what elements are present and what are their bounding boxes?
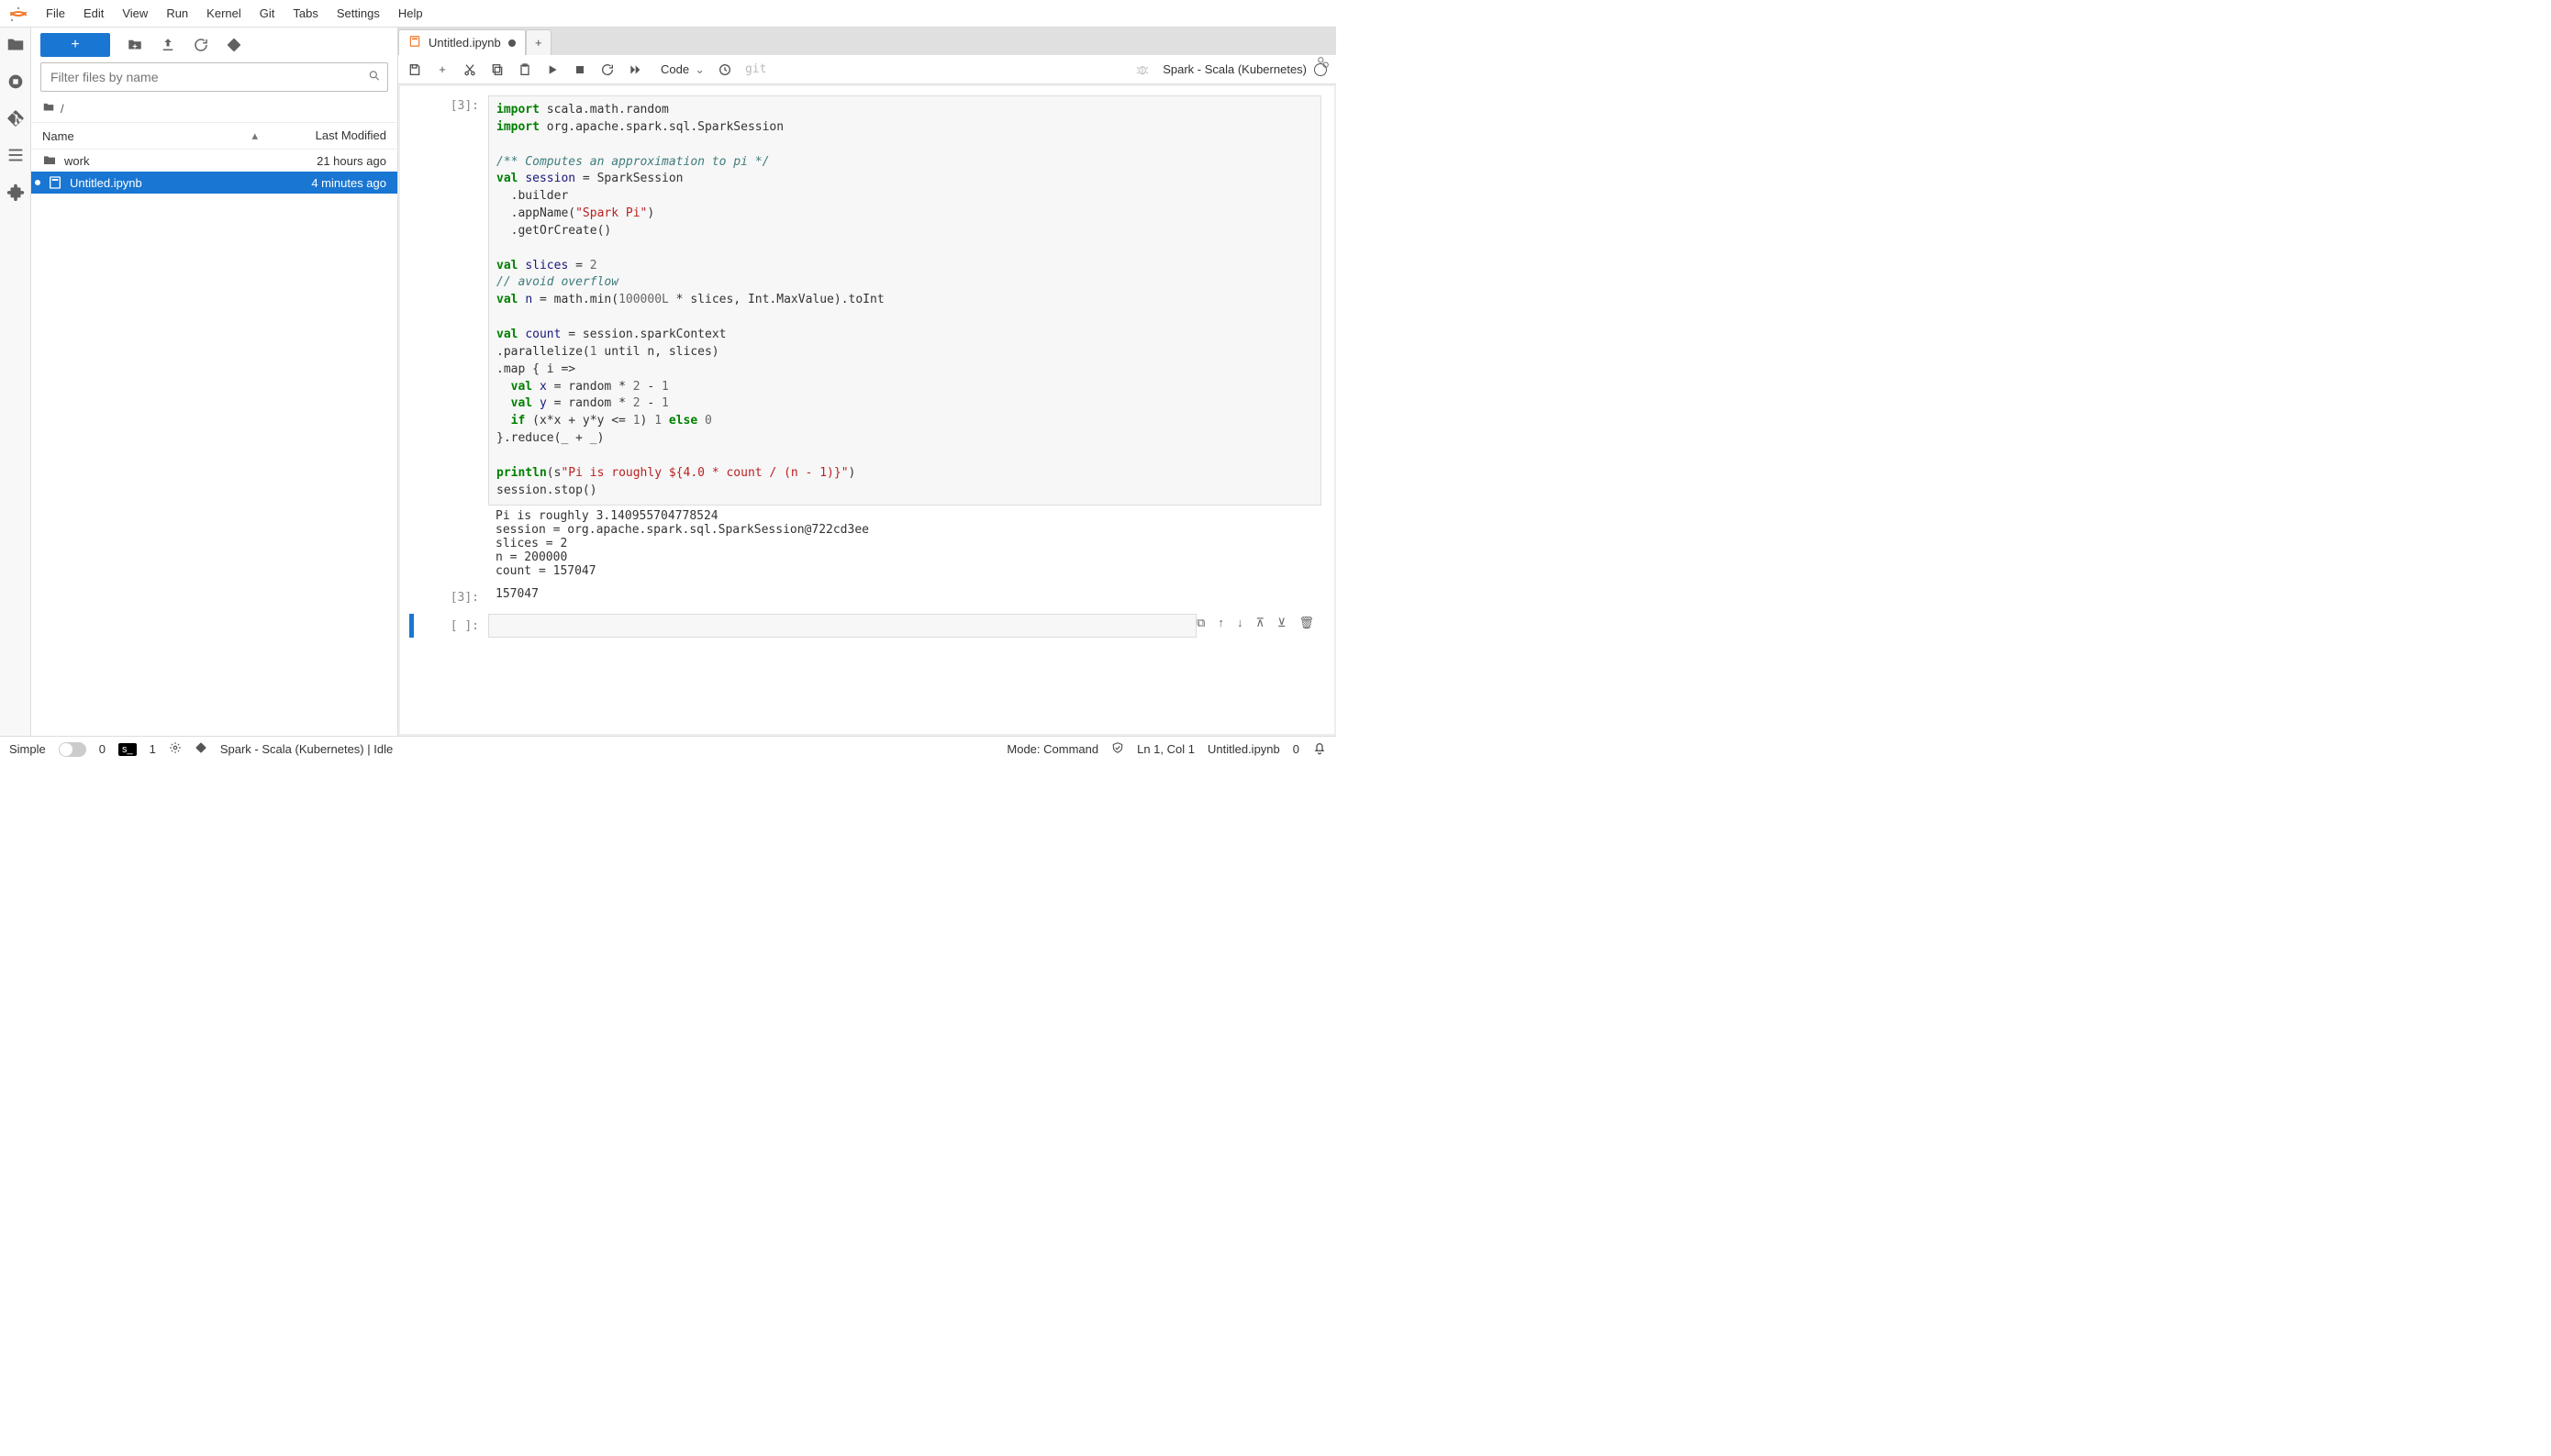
celltype-select[interactable]: Code⌄ — [661, 62, 705, 77]
insert-above-icon[interactable]: ⊼ — [1255, 616, 1264, 638]
input-prompt: [ ]: — [418, 614, 488, 638]
menu-edit[interactable]: Edit — [74, 3, 113, 24]
trusted-icon[interactable] — [1111, 741, 1124, 757]
scala-badge[interactable]: s_ — [118, 743, 137, 756]
add-tab-button[interactable]: + — [526, 29, 551, 55]
bug-icon[interactable] — [1135, 62, 1150, 77]
active-cell-indicator — [409, 614, 414, 638]
notebook-toolbar: + Code⌄ git Spark - Scala (Kubernetes) — [398, 55, 1336, 84]
jupyter-logo — [7, 3, 29, 25]
clock-icon[interactable] — [718, 62, 732, 77]
extension-icon[interactable] — [6, 182, 26, 202]
code-cell-empty[interactable]: [ ]: ⧉ ↑ ↓ ⊼ ⊻ 🗑 — [409, 614, 1321, 638]
file-name: work — [64, 154, 89, 168]
dirty-indicator — [508, 39, 516, 47]
filter-input[interactable] — [40, 62, 388, 92]
menu-git[interactable]: Git — [251, 3, 284, 24]
file-time: 4 minutes ago — [258, 176, 386, 190]
stop-icon[interactable] — [573, 62, 587, 77]
lsp-icon[interactable] — [169, 741, 182, 757]
save-icon[interactable] — [407, 62, 422, 77]
execute-result: [3]: 157047 — [409, 587, 1321, 605]
run-icon[interactable] — [545, 62, 560, 77]
copy-icon[interactable] — [490, 62, 505, 77]
folder-icon — [42, 153, 57, 168]
sort-icon: ▴ — [251, 128, 258, 143]
file-list: work 21 hours ago Untitled.ipynb 4 minutes … — [31, 150, 397, 736]
moveup-icon[interactable]: ↑ — [1218, 616, 1224, 638]
cell-output: Pi is roughly 3.140955704778524 session … — [488, 506, 1321, 582]
running-dot — [35, 180, 40, 185]
folder-icon — [42, 101, 55, 117]
code-input[interactable] — [488, 614, 1197, 638]
git-status-icon[interactable] — [195, 741, 207, 757]
run-all-icon[interactable] — [628, 62, 642, 77]
activity-bar — [0, 28, 31, 736]
gear-icon[interactable] — [1316, 55, 1331, 72]
tab-untitled[interactable]: Untitled.ipynb — [398, 29, 526, 55]
kernel-status[interactable]: Spark - Scala (Kubernetes) | Idle — [220, 742, 393, 756]
tab-title: Untitled.ipynb — [429, 36, 501, 50]
restart-icon[interactable] — [600, 62, 615, 77]
file-time: 21 hours ago — [258, 154, 386, 168]
menu-help[interactable]: Help — [389, 3, 432, 24]
code-input[interactable]: import scala.math.random import org.apac… — [488, 95, 1321, 506]
git-toolbar-icon[interactable] — [226, 37, 242, 53]
cursor-position[interactable]: Ln 1, Col 1 — [1137, 742, 1195, 756]
simple-toggle-label: Simple — [9, 742, 46, 756]
output-prompt: [3]: — [409, 587, 488, 605]
notebook-surface[interactable]: [3]: import scala.math.random import org… — [400, 86, 1334, 734]
menu-settings[interactable]: Settings — [328, 3, 389, 24]
delete-icon[interactable]: 🗑 — [1298, 616, 1314, 638]
notebook-icon — [408, 35, 421, 50]
running-icon[interactable] — [6, 72, 26, 92]
mode-indicator[interactable]: Mode: Command — [1007, 742, 1098, 756]
kernel-count[interactable]: 1 — [150, 742, 156, 756]
cell-actions: ⧉ ↑ ↓ ⊼ ⊻ 🗑 — [1197, 614, 1321, 638]
new-folder-icon[interactable] — [127, 37, 143, 53]
bell-icon[interactable] — [1312, 740, 1327, 758]
file-row[interactable]: work 21 hours ago — [31, 150, 397, 172]
notebook-icon — [48, 175, 62, 190]
refresh-icon[interactable] — [193, 37, 209, 53]
folder-icon[interactable] — [6, 35, 26, 55]
result-value: 157047 — [488, 587, 1321, 605]
menubar: FileEditViewRunKernelGitTabsSettingsHelp — [0, 0, 1336, 28]
menu-view[interactable]: View — [113, 3, 157, 24]
insert-below-icon[interactable]: ⊻ — [1277, 616, 1287, 638]
status-bar: Simple 0 s_ 1 Spark - Scala (Kubernetes)… — [0, 736, 1336, 761]
kernel-indicator[interactable]: Spark - Scala (Kubernetes) — [1163, 62, 1327, 76]
file-name: Untitled.ipynb — [70, 176, 142, 190]
git-icon[interactable] — [6, 108, 26, 128]
simple-toggle[interactable] — [59, 742, 86, 757]
new-launcher-button[interactable]: + — [40, 33, 110, 57]
notebook-area: Untitled.ipynb + + Code⌄ git Spark - Sca… — [398, 28, 1336, 736]
file-row[interactable]: Untitled.ipynb 4 minutes ago — [31, 172, 397, 194]
col-name[interactable]: Name — [42, 129, 74, 143]
breadcrumb[interactable]: / — [31, 97, 397, 122]
chevron-down-icon: ⌄ — [695, 62, 705, 77]
upload-icon[interactable] — [160, 37, 176, 53]
menu-kernel[interactable]: Kernel — [197, 3, 251, 24]
tab-bar: Untitled.ipynb + — [398, 28, 1336, 55]
menu-tabs[interactable]: Tabs — [284, 3, 327, 24]
menu-run[interactable]: Run — [157, 3, 197, 24]
cut-icon[interactable] — [462, 62, 477, 77]
toc-icon[interactable] — [6, 145, 26, 165]
movedown-icon[interactable]: ↓ — [1237, 616, 1243, 638]
menu-file[interactable]: File — [37, 3, 74, 24]
paste-icon[interactable] — [518, 62, 532, 77]
search-icon — [368, 70, 381, 85]
code-cell[interactable]: [3]: import scala.math.random import org… — [409, 95, 1321, 582]
add-cell-icon[interactable]: + — [435, 62, 450, 77]
filename-status[interactable]: Untitled.ipynb — [1208, 742, 1280, 756]
terminal-count[interactable]: 0 — [99, 742, 106, 756]
col-modified[interactable]: Last Modified — [269, 123, 397, 149]
log-count[interactable]: 0 — [1293, 742, 1299, 756]
breadcrumb-path: / — [61, 102, 64, 116]
git-label[interactable]: git — [745, 62, 766, 76]
input-prompt: [3]: — [409, 95, 488, 582]
duplicate-icon[interactable]: ⧉ — [1197, 616, 1205, 638]
file-browser: + / Name ▴ Last Modified work 21 hours ago… — [31, 28, 398, 736]
